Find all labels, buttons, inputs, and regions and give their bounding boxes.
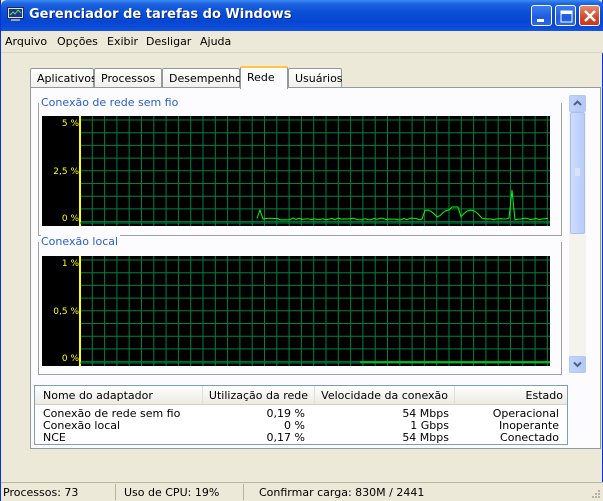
graphs-scrollbar[interactable] <box>569 95 586 373</box>
graph-local-ymid: 0,5 % <box>53 307 79 317</box>
graph-label-wireless: Conexão de rede sem fio <box>41 96 180 109</box>
status-divider <box>115 484 116 500</box>
graph-wireless-ymid: 2,5 % <box>53 167 79 177</box>
close-icon <box>580 6 601 27</box>
task-manager-icon <box>7 7 24 22</box>
menu-exibir[interactable]: Exibir <box>107 35 138 48</box>
tab-processos[interactable]: Processos <box>94 68 162 88</box>
maximize-icon <box>556 6 577 27</box>
status-bar: Processos: 73 Uso de CPU: 19% Confirmar … <box>1 482 603 501</box>
status-commit: Confirmar carga: 830M / 2441 <box>259 486 424 499</box>
col-header-state[interactable]: Estado <box>455 386 567 405</box>
window-title: Gerenciador de tarefas do Windows <box>29 7 291 22</box>
tab-aplicativos[interactable]: Aplicativos <box>30 68 94 88</box>
graph-wireless: 5 % 2,5 % 0 % <box>42 116 550 226</box>
tab-rede[interactable]: Rede <box>240 66 288 89</box>
adapter-speed: 54 Mbps <box>402 431 449 444</box>
menu-opcoes[interactable]: Opções <box>57 35 98 48</box>
col-header-utilization[interactable]: Utilização da rede <box>203 386 315 405</box>
adapter-list[interactable]: Nome do adaptador Utilização da rede Vel… <box>34 385 568 445</box>
close-button[interactable] <box>579 5 600 26</box>
status-cpu: Uso de CPU: 19% <box>124 486 219 499</box>
scroll-up-button[interactable] <box>569 95 586 112</box>
menu-arquivo[interactable]: Arquivo <box>5 35 47 48</box>
task-manager-window: Gerenciador de tarefas do Windows Arquiv… <box>0 0 603 501</box>
adapter-name: NCE <box>43 431 66 444</box>
grip-icon <box>571 113 584 233</box>
status-processes: Processos: 73 <box>3 486 78 499</box>
scroll-thumb[interactable] <box>570 112 585 234</box>
menu-bar: Arquivo Opções Exibir Desligar Ajuda <box>1 31 603 53</box>
scroll-down-button[interactable] <box>569 356 586 373</box>
minimize-icon <box>532 6 553 27</box>
adapter-state: Conectado <box>500 431 559 444</box>
graph-wireless-ymin: 0 % <box>62 214 79 224</box>
chevron-down-icon <box>570 357 585 372</box>
minimize-button[interactable] <box>531 5 552 26</box>
menu-ajuda[interactable]: Ajuda <box>200 35 231 48</box>
graph-local: 1 % 0,5 % 0 % <box>42 256 550 366</box>
graph-local-ymin: 0 % <box>62 354 79 364</box>
graph-wireless-plot <box>42 116 550 226</box>
graph-label-local: Conexão local <box>41 235 120 248</box>
title-bar[interactable]: Gerenciador de tarefas do Windows <box>1 0 603 31</box>
chevron-up-icon <box>570 96 585 111</box>
wireless-traffic-trace <box>257 190 548 220</box>
graph-local-ymax: 1 % <box>62 259 79 269</box>
tab-desempenho[interactable]: Desempenho <box>162 68 240 88</box>
resize-grip-icon[interactable] <box>589 487 601 499</box>
adapter-utilization: 0,17 % <box>267 431 305 444</box>
status-divider <box>243 484 244 500</box>
graph-wireless-ymax: 5 % <box>62 119 79 129</box>
col-header-adapter-name[interactable]: Nome do adaptador <box>35 386 203 405</box>
menu-desligar[interactable]: Desligar <box>146 35 191 48</box>
maximize-button[interactable] <box>555 5 576 26</box>
tab-usuarios[interactable]: Usuários <box>288 68 342 88</box>
graph-local-plot <box>42 256 550 366</box>
col-header-speed[interactable]: Velocidade da conexão <box>315 386 455 405</box>
